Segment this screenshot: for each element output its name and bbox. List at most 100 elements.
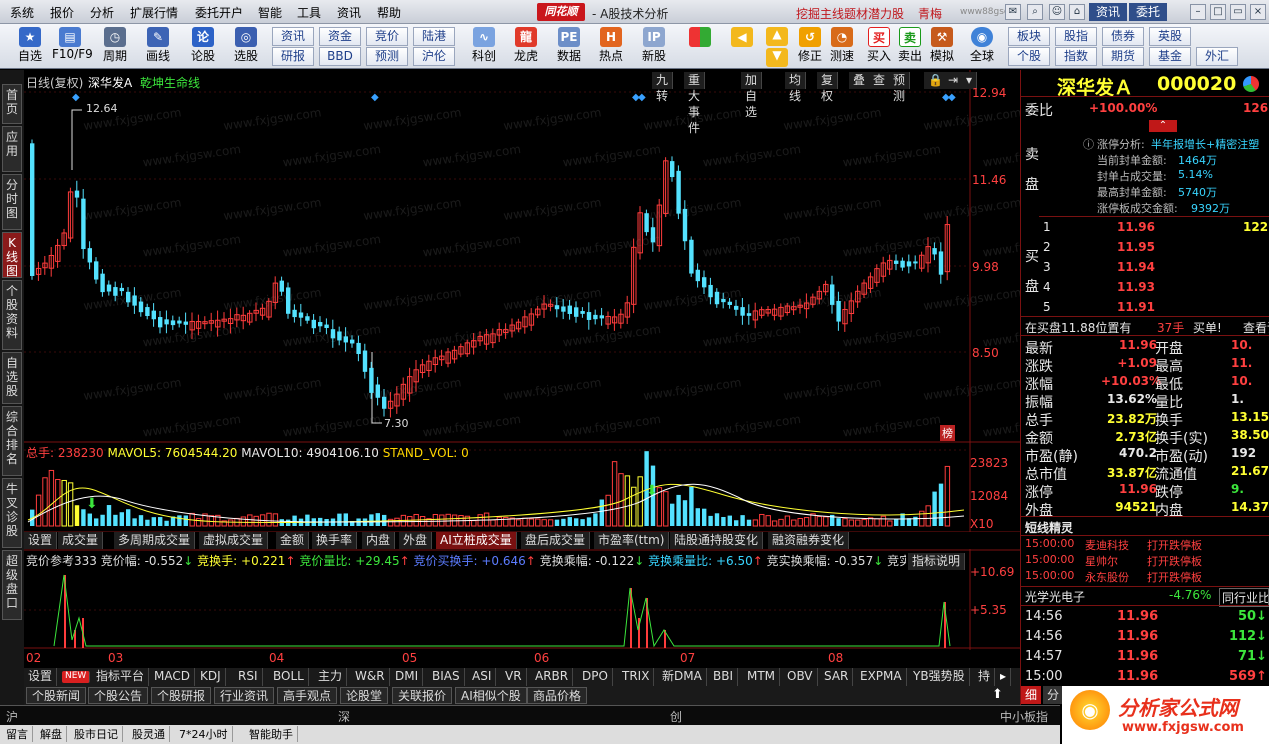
hot-button[interactable]: H 热点 [593, 26, 629, 68]
collapse-up-icon[interactable]: ⬆ [992, 687, 1003, 702]
news-button[interactable]: 资讯 [1089, 3, 1127, 21]
search-icon[interactable]: ⌕ [1027, 4, 1043, 20]
sell-button[interactable]: 卖卖出 [892, 26, 928, 68]
restore-icon[interactable]: ▭ [1230, 4, 1246, 20]
ind-new-dma[interactable]: 新DMA [658, 668, 707, 686]
tab-stock-news[interactable]: 个股新闻 [26, 687, 87, 704]
bid-price[interactable]: 11.93 [1117, 280, 1155, 294]
hk-connect-button[interactable]: 陆港 [413, 27, 455, 46]
tab-split[interactable]: 分 [1043, 686, 1063, 704]
overlay-button[interactable]: 叠 [849, 72, 871, 89]
limit-analysis-tags[interactable]: 半年报增长+精密注塑 [1151, 136, 1269, 152]
sprite-stock[interactable]: 麦迪科技 [1085, 537, 1129, 553]
data-button[interactable]: PE 数据 [551, 26, 587, 68]
subtab-hk-holdings[interactable]: 陆股通持股变化 [670, 532, 764, 549]
stock-index-button[interactable]: 股指 [1055, 27, 1097, 46]
ind-macd[interactable]: MACD [150, 668, 195, 686]
futures-button[interactable]: 期货 [1102, 47, 1144, 66]
bond-button[interactable]: 债券 [1102, 27, 1144, 46]
kline-chart-area[interactable]: www.fxjgsw.com www.fxjgsw.com www.fxjgsw.c… [24, 70, 1020, 670]
nav-stock-info[interactable]: 个股资料 [2, 280, 22, 350]
discuss-button[interactable]: 论论股 [185, 26, 221, 68]
status-gulingtong[interactable]: 股灵通 [128, 726, 170, 742]
ind-expma[interactable]: EXPMA [856, 668, 907, 686]
menu-system[interactable]: 系统 [10, 4, 34, 21]
ind-more[interactable]: 持 [974, 668, 996, 686]
bid-price[interactable]: 11.96 [1117, 220, 1155, 234]
mail-icon[interactable]: ✉ [1005, 4, 1021, 20]
research-button[interactable]: 研报 [272, 47, 314, 66]
nav-intraday[interactable]: 分时图 [2, 174, 22, 230]
subtab-virtual[interactable]: 虚拟成交量 [199, 532, 269, 549]
ticker-sz[interactable]: 深 [338, 708, 350, 725]
tab-research[interactable]: 个股研报 [151, 687, 212, 704]
subtab-ai-volume[interactable]: AI立桩成交量 [436, 532, 517, 549]
f10-button[interactable]: ▤ F10/F9 [52, 26, 93, 68]
indicator-help-button[interactable]: 指标说明 [908, 553, 966, 570]
tab-ai-similar[interactable]: AI相似个股 [455, 687, 527, 704]
rank-badge[interactable]: 榜 [940, 425, 955, 441]
fund-market-button[interactable]: 基金 [1149, 47, 1191, 66]
subtab-after-hours[interactable]: 盘后成交量 [521, 532, 591, 549]
uk-stock-button[interactable]: 英股 [1149, 27, 1191, 46]
add-watchlist-button[interactable]: 加自选 [741, 72, 763, 119]
index-button[interactable]: 指数 [1055, 47, 1097, 66]
nav-super-level[interactable]: 超级盘口 [2, 550, 22, 620]
nine-turn-button[interactable]: 九转 [652, 72, 674, 103]
menu-quote[interactable]: 报价 [50, 4, 74, 21]
correct-button[interactable]: ↺ 修正 [792, 26, 828, 68]
ind-mtm[interactable]: MTM [743, 668, 781, 686]
tab-commodity[interactable]: 商品价格 [527, 687, 588, 704]
star-market-button[interactable]: ∿ 科创 [466, 26, 502, 68]
ind-trix[interactable]: TRIX [618, 668, 655, 686]
user-name[interactable]: 青梅 [918, 5, 942, 22]
nav-watchlist[interactable]: 自选股 [2, 352, 22, 404]
user-icon[interactable]: ☺ [1049, 4, 1065, 20]
period-button[interactable]: ◷ 周期 [97, 26, 133, 68]
tab-announcements[interactable]: 个股公告 [88, 687, 149, 704]
promo-link[interactable]: 挖掘主线题材潜力股 [796, 5, 904, 22]
subtab-amount[interactable]: 金额 [276, 532, 310, 549]
menu-trade[interactable]: 委托开户 [195, 4, 243, 21]
adjust-button[interactable]: 复权 [817, 72, 839, 103]
scroll-right-icon[interactable]: ▸ [996, 668, 1012, 686]
tab-detail[interactable]: 细 [1021, 686, 1041, 704]
pie-icon[interactable] [1243, 76, 1259, 92]
bid-price[interactable]: 11.95 [1117, 240, 1155, 254]
stock-button[interactable]: 个股 [1008, 47, 1050, 66]
ind-bbi[interactable]: BBI [709, 668, 739, 686]
tab-expert[interactable]: 高手观点 [277, 687, 338, 704]
subtab-multi-period[interactable]: 多周期成交量 [114, 532, 196, 549]
subtab-volume[interactable]: 成交量 [58, 532, 104, 549]
ind-kdj[interactable]: KDJ [196, 668, 226, 686]
nav-diagnose[interactable]: 牛叉诊股 [2, 478, 22, 548]
nav-kline[interactable]: K线图 [2, 232, 22, 278]
speed-test-button[interactable]: ◔ 测速 [824, 26, 860, 68]
tab-forum[interactable]: 论股堂 [340, 687, 389, 704]
dragon-tiger-button[interactable]: 龍龙虎 [508, 26, 544, 68]
major-event-button[interactable]: 重大事件 [684, 72, 706, 135]
forecast-chart-button[interactable]: 预测 [889, 72, 911, 103]
select-stock-button[interactable]: ◎ 选股 [228, 26, 264, 68]
status-review[interactable]: 解盘 [36, 726, 67, 742]
bid-price[interactable]: 11.94 [1117, 260, 1155, 274]
forecast-button[interactable]: 预测 [366, 47, 408, 66]
auction-button[interactable]: 竞价 [366, 27, 408, 46]
ticker-sme[interactable]: 中小板指 [1000, 708, 1048, 725]
ind-vr[interactable]: VR [501, 668, 527, 686]
bid-price[interactable]: 11.91 [1117, 300, 1155, 314]
ind-asi[interactable]: ASI [468, 668, 497, 686]
up-arrow-icon[interactable]: ▲ [766, 27, 788, 46]
trade-button[interactable]: 委托 [1129, 3, 1167, 21]
news-small-button[interactable]: 资讯 [272, 27, 314, 46]
ma-button[interactable]: 均线 [785, 72, 807, 103]
simulate-button[interactable]: ⚒ 模拟 [924, 26, 960, 68]
ind-rsi[interactable]: RSI [234, 668, 263, 686]
tab-related[interactable]: 关联报价 [392, 687, 453, 704]
subtab-inner[interactable]: 内盘 [362, 532, 396, 549]
double-arrow-icon[interactable]: ⇥ [944, 72, 964, 89]
subtab-pe-ttm[interactable]: 市盈率(ttm) [594, 532, 670, 549]
nav-apps[interactable]: 应用 [2, 126, 22, 172]
subtab-margin[interactable]: 融资融券变化 [768, 532, 850, 549]
menu-smart[interactable]: 智能 [258, 4, 282, 21]
